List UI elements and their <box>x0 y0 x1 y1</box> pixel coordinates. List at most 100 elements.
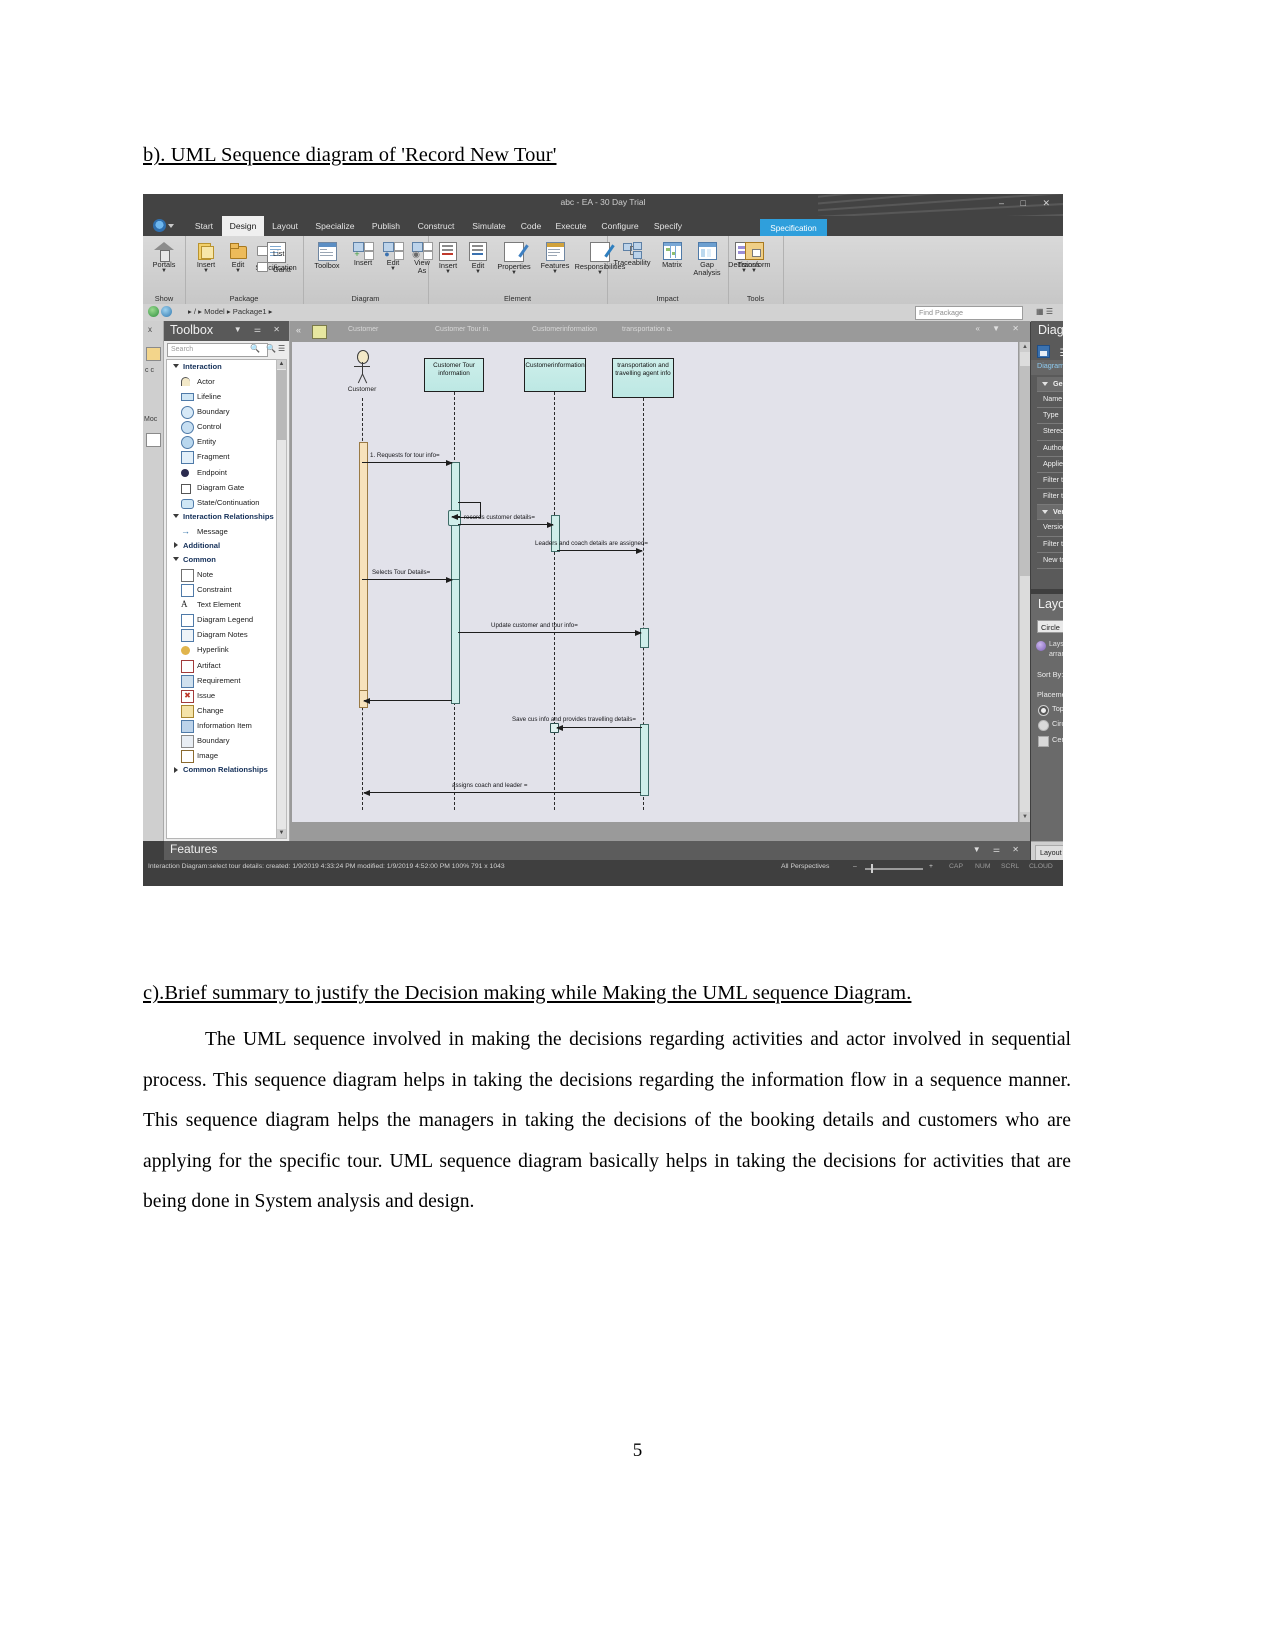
close-icon[interactable]: x <box>148 325 152 334</box>
zoom-slider-knob[interactable] <box>871 864 873 873</box>
tab-construct[interactable]: Construct <box>408 216 464 236</box>
save-icon[interactable] <box>1037 345 1050 358</box>
diagram-properties-toolbar[interactable]: ☰ ▼ <box>1037 343 1063 359</box>
property-row-version[interactable]: Version1.0 <box>1037 520 1063 537</box>
toolbox-button[interactable]: Toolbox <box>307 242 347 270</box>
diagram-edit-button[interactable]: ● Edit ▼ <box>379 242 407 272</box>
canvas-scrollbar[interactable]: ▲ ▼ <box>1019 342 1030 822</box>
property-row-filter-to-context[interactable]: Filter to Context <box>1037 489 1063 506</box>
toolbox-item-text-element[interactable]: A Text Element <box>167 597 283 612</box>
message-7[interactable] <box>556 724 642 731</box>
toolbox-item-diagram-gate[interactable]: Diagram Gate <box>167 480 283 495</box>
lifeline-customerinformation[interactable]: Customerinformation <box>524 358 586 392</box>
dropdown-arrow-icon[interactable]: ▼ <box>536 269 574 275</box>
toolbox-group-common-relationships[interactable]: Common Relationships <box>167 763 283 777</box>
search-icon[interactable]: 🔍 <box>250 344 260 353</box>
transform-button[interactable]: Transform ▼ <box>731 242 777 274</box>
gantt-button[interactable]: Gantt <box>257 262 297 274</box>
tab-configure[interactable]: Configure <box>594 216 646 236</box>
toolbox-group-common[interactable]: Common <box>167 553 283 567</box>
message-8[interactable] <box>363 789 641 796</box>
element-insert-button[interactable]: Insert ▼ <box>432 242 464 275</box>
tab-code[interactable]: Code <box>514 216 548 236</box>
dropdown-arrow-icon[interactable]: ▼ <box>145 268 183 274</box>
scroll-down-icon[interactable]: ▼ <box>277 829 286 838</box>
dropdown-arrow-icon[interactable]: ▼ <box>432 269 464 275</box>
tab-publish[interactable]: Publish <box>364 216 408 236</box>
back-icon[interactable] <box>148 306 159 317</box>
toolbox-item-endpoint[interactable]: Endpoint <box>167 465 283 480</box>
toolbox-item-diagram-legend[interactable]: Diagram Legend <box>167 612 283 628</box>
dock-tab-layout-tools[interactable]: Layout Tools <box>1035 845 1063 861</box>
toolbox-item-message[interactable]: → Message <box>167 524 283 539</box>
scroll-up-icon[interactable]: ▲ <box>277 360 286 369</box>
tab-specialize[interactable]: Specialize <box>306 216 364 236</box>
portals-button[interactable]: Portals ▼ <box>145 242 183 274</box>
dropdown-arrow-icon[interactable]: ▼ <box>464 269 492 275</box>
toolbox-item-fragment[interactable]: Fragment <box>167 449 283 465</box>
section-version[interactable]: Version <box>1037 505 1063 521</box>
traceability-button[interactable]: Traceability <box>609 242 655 267</box>
property-row-name[interactable]: Nameselect tour details <box>1037 392 1063 409</box>
element-edit-button[interactable]: Edit ▼ <box>464 242 492 275</box>
scroll-down-icon[interactable]: ▼ <box>1020 812 1030 822</box>
property-row-type[interactable]: TypeInteraction <box>1037 408 1063 425</box>
toolbox-item-actor[interactable]: Actor <box>167 374 283 389</box>
search-filter-icon[interactable]: 🔍 <box>266 344 276 353</box>
tab-diagram[interactable]: Diagram <box>1037 361 1063 370</box>
model-icon[interactable] <box>146 433 161 447</box>
message-2[interactable] <box>458 521 554 528</box>
property-row-filter-to-metamodel[interactable]: Filter to Meta... <box>1037 473 1063 490</box>
toolbox-item-image[interactable]: Image <box>167 748 283 764</box>
list-button[interactable]: List <box>257 246 297 258</box>
toolbox-group-interaction[interactable]: Interaction <box>167 360 283 374</box>
zoom-slider-track[interactable] <box>865 868 923 870</box>
tab-design[interactable]: Design <box>222 216 264 236</box>
toolbox-menu-icon[interactable]: ☰ <box>278 344 285 353</box>
find-package-input[interactable]: Find Package <box>915 306 1023 320</box>
scroll-up-icon[interactable]: ▲ <box>1020 342 1030 352</box>
tab-start[interactable]: Start <box>186 216 222 236</box>
toolbox-item-change[interactable]: Change <box>167 703 283 718</box>
toolbox-item-artifact[interactable]: Artifact <box>167 658 283 673</box>
toolbox-item-state-continuation[interactable]: State/Continuation <box>167 495 283 510</box>
property-row-author[interactable]: Authoruser <box>1037 441 1063 457</box>
toolbox-item-diagram-notes[interactable]: Diagram Notes <box>167 627 283 643</box>
package-edit-button[interactable]: Edit ▼ <box>223 242 253 274</box>
properties-button[interactable]: Properties ▼ <box>492 242 536 276</box>
toolbox-item-boundary[interactable]: Boundary <box>167 404 283 420</box>
gap-analysis-button[interactable]: Gap Analysis <box>689 242 725 277</box>
toolbox-item-issue[interactable]: ✖ Issue <box>167 688 283 703</box>
lifeline-customer[interactable]: Customer <box>348 350 376 398</box>
tab-specify[interactable]: Specify <box>646 216 690 236</box>
tab-layout[interactable]: Layout <box>264 216 306 236</box>
activation-bar-ctinfo-2[interactable] <box>450 579 460 704</box>
placement-top-to-bottom-radio[interactable] <box>1038 705 1049 716</box>
canvas-panel-controls[interactable]: « ▼ ✕ <box>975 324 1024 333</box>
toolbox-item-hyperlink[interactable]: Hyperlink <box>167 642 283 657</box>
message-5[interactable] <box>458 629 642 636</box>
message-6[interactable] <box>363 697 452 704</box>
forward-icon[interactable] <box>161 306 172 317</box>
layout-type-select[interactable]: Circle <box>1037 620 1063 633</box>
tab-execute[interactable]: Execute <box>548 216 594 236</box>
swimlane-icon[interactable] <box>312 325 327 339</box>
ea-logo-icon[interactable] <box>153 219 174 232</box>
message-4[interactable] <box>362 576 453 583</box>
toolbox-item-constraint[interactable]: Constraint <box>167 582 283 598</box>
collapse-icon[interactable]: « <box>296 325 301 335</box>
toolbox-item-boundary-common[interactable]: Boundary <box>167 733 283 748</box>
status-perspectives[interactable]: All Perspectives <box>781 863 829 870</box>
toolbox-item-information-item[interactable]: Information Item <box>167 718 283 733</box>
toolbox-panel-controls[interactable]: ▼ ⚌ ✕ <box>234 325 285 334</box>
grid-view-icon[interactable]: ▦ ☰ <box>1036 307 1053 316</box>
zoom-minus[interactable]: – <box>853 863 857 870</box>
message-1[interactable] <box>362 459 453 466</box>
property-row-filter-to-version[interactable]: Filter to Version <box>1037 537 1063 553</box>
toolbox-item-requirement[interactable]: Requirement <box>167 673 283 688</box>
dropdown-arrow-icon[interactable]: ▼ <box>223 268 253 274</box>
toolbox-group-additional[interactable]: Additional <box>167 539 283 553</box>
toolbox-item-lifeline[interactable]: Lifeline <box>167 389 283 404</box>
dropdown-arrow-icon[interactable]: ▼ <box>189 268 223 274</box>
lifeline-customer-tour-information[interactable]: Customer Tour information <box>424 358 484 392</box>
